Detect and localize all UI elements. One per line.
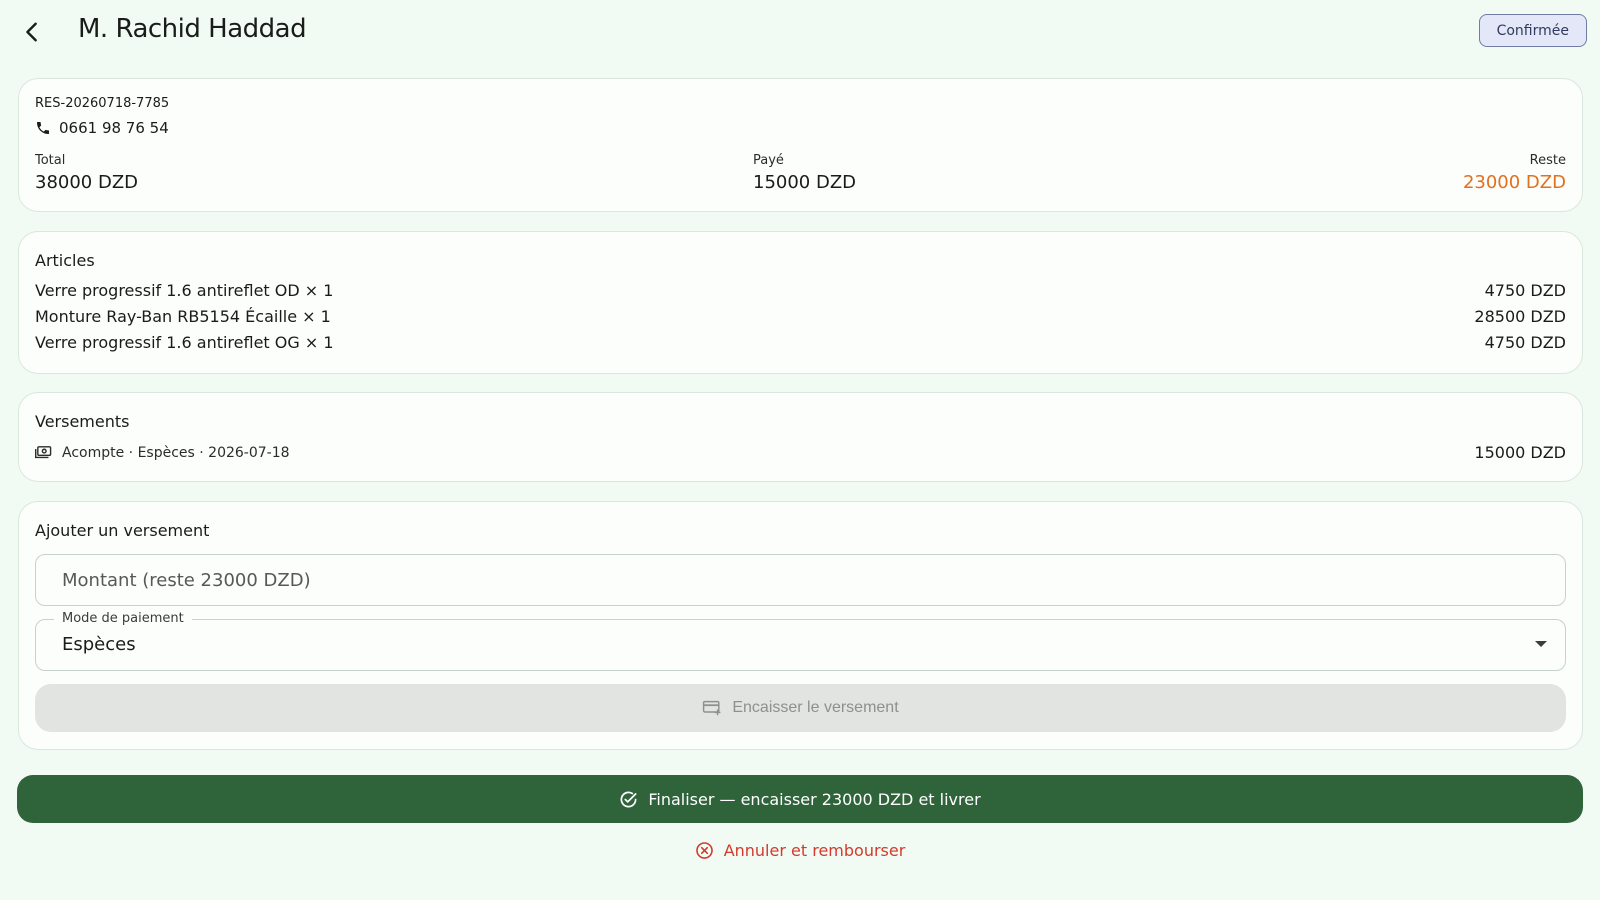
payment-amount: 15000 DZD <box>1474 443 1566 462</box>
add-payment-title: Ajouter un versement <box>35 521 210 540</box>
article-amount: 4750 DZD <box>1484 281 1566 300</box>
payment-info: Acompte · Espèces · 2026-07-18 <box>35 445 290 461</box>
encaisser-label: Encaisser le versement <box>732 699 899 716</box>
list-item: Acompte · Espèces · 2026-07-18 15000 DZD <box>35 443 1566 462</box>
phone-number: 0661 98 76 54 <box>59 119 169 137</box>
encaisser-button[interactable]: Encaisser le versement <box>35 684 1566 732</box>
finalize-button[interactable]: Finaliser — encaisser 23000 DZD et livre… <box>17 775 1583 823</box>
payment-mode-select[interactable]: Mode de paiement Espèces <box>35 611 1566 671</box>
check-circle-icon <box>620 791 637 807</box>
top-app-bar: M. Rachid Haddad Confirmée <box>0 0 1600 62</box>
amount-input[interactable] <box>35 554 1566 606</box>
total-label: Total <box>35 153 66 168</box>
rest-label: Reste <box>1529 153 1566 168</box>
add-payment-card: Ajouter un versement Mode de paiement Es… <box>18 501 1583 750</box>
status-badge: Confirmée <box>1478 14 1587 47</box>
reservation-summary-card: RES-20260718-7785 0661 98 76 54 Total 38… <box>18 78 1583 212</box>
paid-value: 15000 DZD <box>753 172 857 193</box>
payment-mode-value: Espèces <box>62 634 136 655</box>
dropdown-arrow-icon <box>1535 641 1547 647</box>
article-label: Verre progressif 1.6 antireflet OD × 1 <box>35 281 334 300</box>
paid-stat: Payé 15000 DZD <box>753 153 856 193</box>
cancel-refund-button[interactable]: Annuler et rembourser <box>0 838 1600 862</box>
list-item: Monture Ray-Ban RB5154 Écaille × 1 28500… <box>35 307 1566 326</box>
phone-row: 0661 98 76 54 <box>35 119 169 137</box>
card-add-icon <box>703 700 721 716</box>
payments-title: Versements <box>35 412 130 431</box>
articles-title: Articles <box>35 251 95 270</box>
arrow-back-icon <box>26 22 37 42</box>
payment-label: Acompte · Espèces · 2026-07-18 <box>62 444 290 461</box>
rest-value: 23000 DZD <box>1462 172 1566 193</box>
list-item: Verre progressif 1.6 antireflet OD × 1 4… <box>35 281 1566 300</box>
rest-stat: Reste 23000 DZD <box>1463 153 1566 193</box>
reservation-reference: RES-20260718-7785 <box>35 96 170 111</box>
article-label: Verre progressif 1.6 antireflet OG × 1 <box>35 333 334 352</box>
phone-icon <box>37 122 49 134</box>
article-amount: 28500 DZD <box>1474 307 1566 326</box>
articles-card: Articles Verre progressif 1.6 antireflet… <box>18 231 1583 374</box>
back-button[interactable] <box>14 14 50 50</box>
total-stat: Total 38000 DZD <box>35 153 138 193</box>
cash-icon <box>35 446 52 459</box>
paid-label: Payé <box>753 153 784 168</box>
page-title: M. Rachid Haddad <box>78 14 307 44</box>
article-amount: 4750 DZD <box>1484 333 1566 352</box>
payment-mode-label: Mode de paiement <box>54 611 192 626</box>
finalize-label: Finaliser — encaisser 23000 DZD et livre… <box>648 789 981 809</box>
total-value: 38000 DZD <box>35 172 139 193</box>
cancel-refund-label: Annuler et rembourser <box>723 840 906 860</box>
article-label: Monture Ray-Ban RB5154 Écaille × 1 <box>35 307 331 326</box>
payments-card: Versements Acompte · Espèces · 2026-07-1… <box>18 392 1583 482</box>
list-item: Verre progressif 1.6 antireflet OG × 1 4… <box>35 333 1566 352</box>
cancel-circle-icon <box>695 841 713 859</box>
